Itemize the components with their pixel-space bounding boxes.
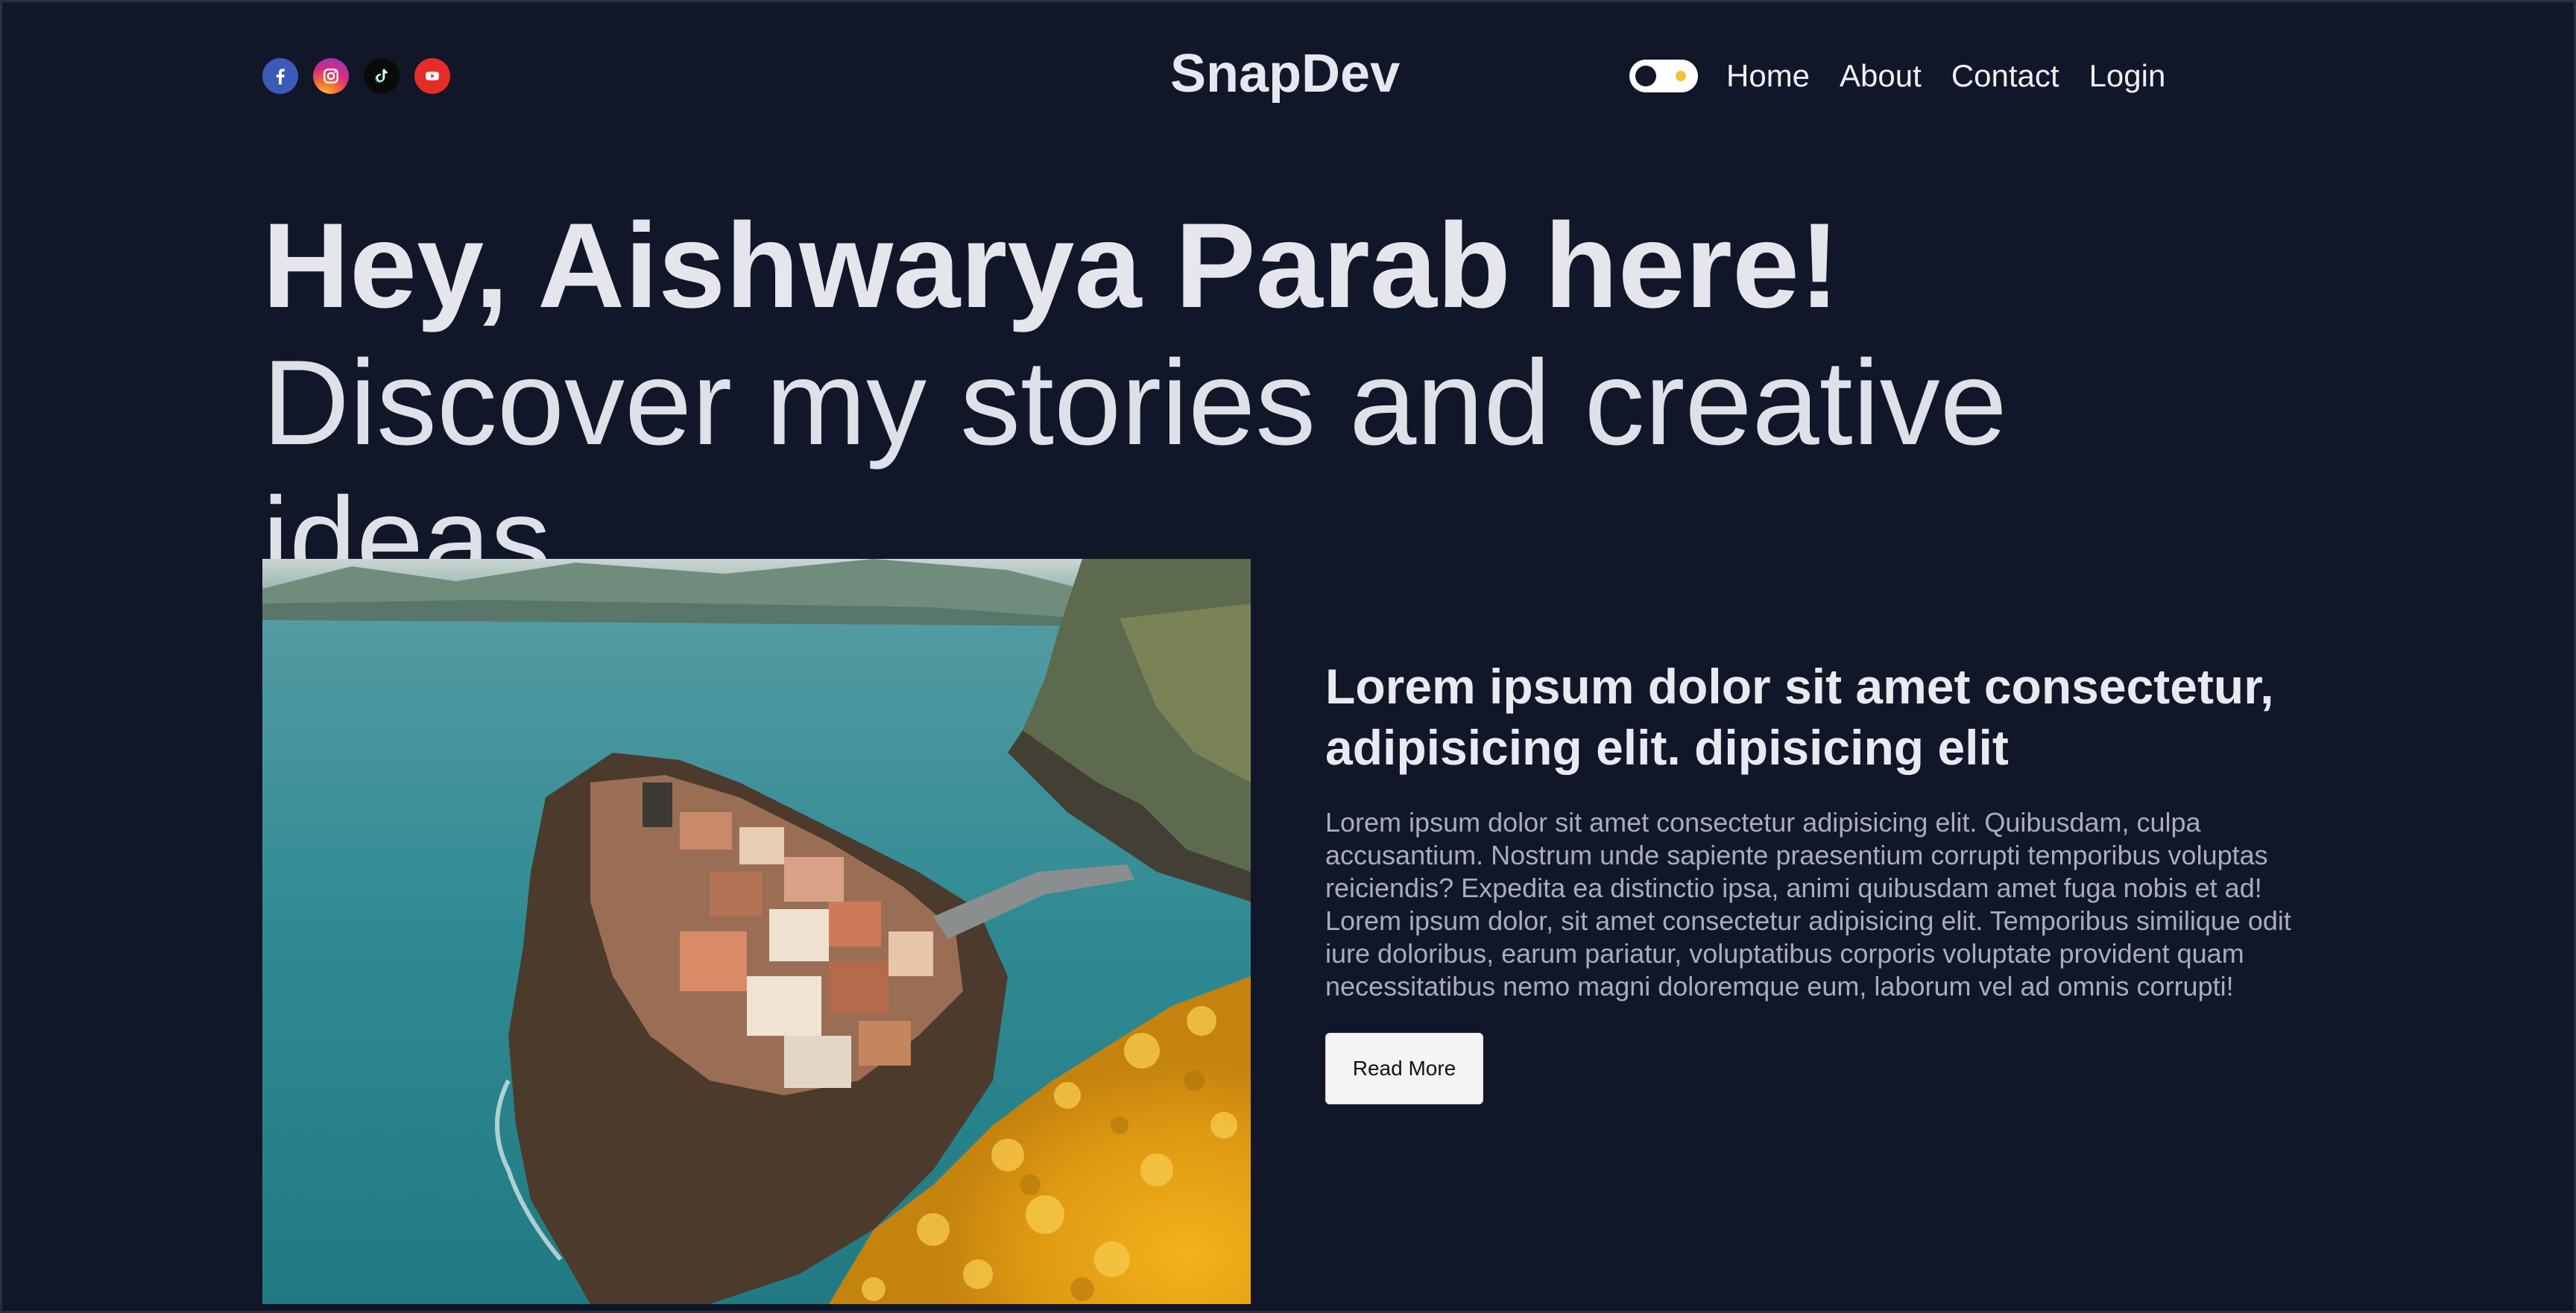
featured-post: Lorem ipsum dolor sit amet consectetur, … <box>1325 656 2317 1104</box>
hero-heading: Hey, Aishwarya Parab here! Discover my s… <box>262 197 2334 609</box>
facebook-icon[interactable] <box>262 58 298 94</box>
nav-home[interactable]: Home <box>1726 58 1810 94</box>
toggle-knob <box>1635 66 1656 86</box>
post-title[interactable]: Lorem ipsum dolor sit amet consectetur, … <box>1325 656 2317 778</box>
tiktok-icon[interactable] <box>364 58 400 94</box>
theme-toggle[interactable] <box>1629 60 1698 92</box>
main-nav: Home About Contact Login <box>1629 55 2195 97</box>
post-excerpt: Lorem ipsum dolor sit amet consectetur a… <box>1325 807 2291 1002</box>
social-links <box>262 58 450 94</box>
sun-icon <box>1676 71 1686 81</box>
nav-about[interactable]: About <box>1840 58 1922 94</box>
coastal-village-photo[interactable] <box>262 559 1251 1304</box>
hero-greeting: Hey, Aishwarya Parab here! <box>262 198 1840 333</box>
nav-contact[interactable]: Contact <box>1951 58 2059 94</box>
site-header: SnapDev Home About Contact Login <box>0 0 2576 156</box>
youtube-icon[interactable] <box>414 58 450 94</box>
site-logo[interactable]: SnapDev <box>1170 43 1400 104</box>
read-more-button[interactable]: Read More <box>1325 1033 1483 1104</box>
nav-login[interactable]: Login <box>2089 58 2166 94</box>
instagram-icon[interactable] <box>313 58 349 94</box>
